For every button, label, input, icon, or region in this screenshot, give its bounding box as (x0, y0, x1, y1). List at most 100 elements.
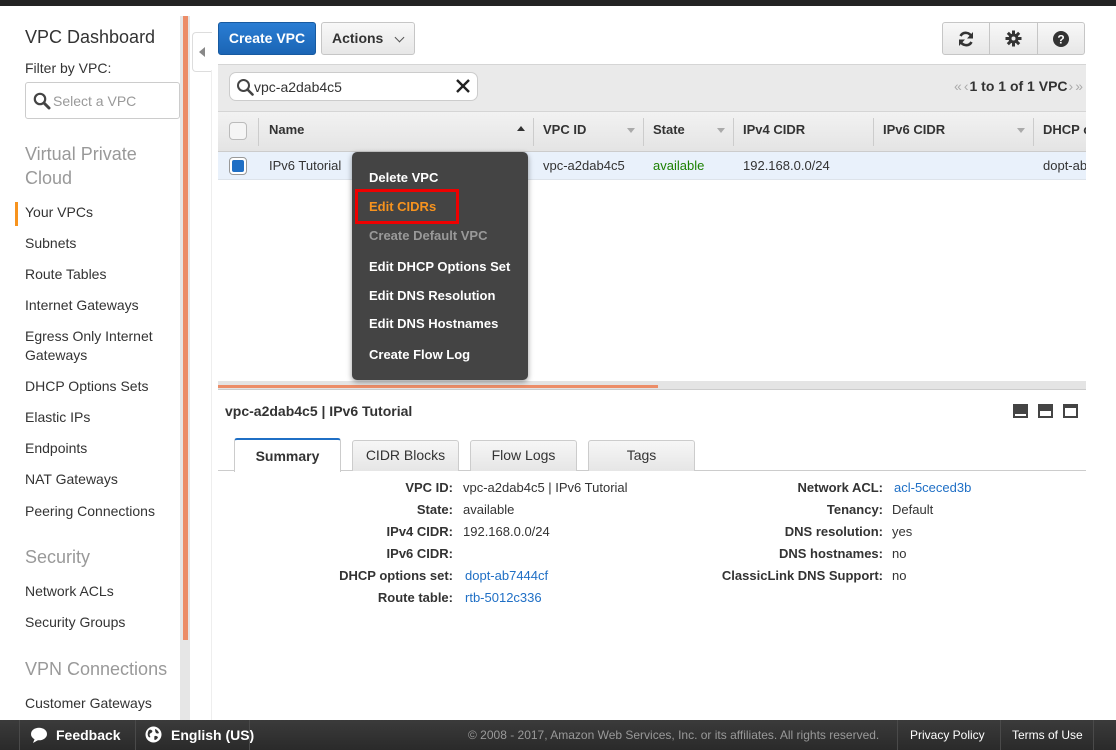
cell-dhcp-options-set: dopt-ab (1043, 158, 1086, 173)
link-dhcp-options-set[interactable]: dopt-ab7444cf (465, 568, 548, 583)
pane-minimize-icon[interactable] (1013, 404, 1028, 418)
sidebar-item-elastic-ips[interactable]: Elastic IPs (25, 408, 90, 427)
actions-dropdown-button[interactable]: Actions (321, 22, 415, 55)
menu-item-edit-dhcp-options-set[interactable]: Edit DHCP Options Set (369, 259, 510, 274)
globe-icon (145, 726, 162, 743)
table-row[interactable]: IPv6 Tutorial vpc-a2dab4c5 available 192… (218, 152, 1086, 180)
tab-cidr-blocks[interactable]: CIDR Blocks (352, 440, 459, 471)
column-header-label: DHCP o (1043, 122, 1086, 137)
menu-item-edit-dns-resolution[interactable]: Edit DNS Resolution (369, 288, 495, 303)
link-network-acl[interactable]: acl-5ceced3b (894, 480, 971, 495)
sidebar-item-security-groups[interactable]: Security Groups (25, 613, 125, 632)
sidebar-item-customer-gateways[interactable]: Customer Gateways (25, 694, 152, 713)
column-header-label: Name (269, 122, 305, 137)
pane-size-controls (1013, 404, 1078, 418)
column-separator (258, 118, 259, 146)
section-heading-line: Cloud (25, 168, 73, 188)
label-ipv6-cidr: IPv6 CIDR: (386, 546, 453, 561)
privacy-policy-link[interactable]: Privacy Policy (910, 720, 985, 750)
tab-tags[interactable]: Tags (588, 440, 695, 471)
column-header-name[interactable]: Name (258, 112, 533, 152)
speech-bubble-icon (31, 727, 47, 743)
footer-separator (897, 720, 898, 750)
column-header-dhcp-options-set[interactable]: DHCP o (1033, 112, 1086, 152)
table-header: Name VPC ID State IPv4 CIDR IPv6 CIDR DH… (218, 111, 1086, 152)
vpc-filter-placeholder: Select a VPC (53, 93, 137, 109)
terms-of-use-link[interactable]: Terms of Use (1012, 720, 1083, 750)
column-separator (1033, 118, 1034, 146)
search-value: vpc-a2dab4c5 (254, 79, 342, 95)
menu-item-edit-dns-hostnames[interactable]: Edit DNS Hostnames (369, 316, 498, 331)
search-icon (237, 79, 254, 96)
footer-separator (135, 720, 136, 750)
refresh-button[interactable] (943, 23, 989, 54)
previous-page-icon[interactable]: ‹ (964, 78, 969, 94)
row-checkbox[interactable] (229, 157, 247, 175)
column-header-vpc-id[interactable]: VPC ID (533, 112, 643, 152)
label-tenancy: Tenancy: (826, 502, 883, 517)
sidebar-item-peering-connections[interactable]: Peering Connections (25, 502, 155, 521)
sort-ascending-icon (517, 126, 525, 131)
filter-by-vpc-label: Filter by VPC: (25, 60, 112, 76)
vpc-filter-select[interactable]: Select a VPC (25, 82, 180, 119)
sidebar-item-label: Gateways (25, 347, 88, 363)
splitter-highlight (218, 385, 658, 388)
copyright-text: © 2008 - 2017, Amazon Web Services, Inc.… (468, 728, 880, 742)
select-all-checkbox[interactable] (229, 122, 247, 140)
help-button[interactable]: ? (1036, 23, 1084, 54)
column-header-ipv6-cidr[interactable]: IPv6 CIDR (873, 112, 1033, 152)
last-page-icon[interactable]: » (1075, 78, 1083, 94)
tab-summary[interactable]: Summary (234, 438, 341, 472)
section-heading-line: Virtual Private (25, 144, 137, 164)
settings-button[interactable] (989, 23, 1036, 54)
tab-flow-logs[interactable]: Flow Logs (470, 440, 577, 471)
column-header-ipv4-cidr[interactable]: IPv4 CIDR (733, 112, 873, 152)
sidebar: VPC Dashboard Filter by VPC: Select a VP… (0, 6, 182, 720)
sidebar-item-endpoints[interactable]: Endpoints (25, 439, 87, 458)
column-separator (733, 118, 734, 146)
value-ipv4-cidr: 192.168.0.0/24 (463, 524, 550, 539)
menu-item-create-flow-log[interactable]: Create Flow Log (369, 347, 470, 362)
clear-search-icon[interactable] (455, 78, 471, 94)
footer: Feedback English (US) © 2008 - 2017, Ama… (0, 720, 1116, 750)
sidebar-item-egress-only-internet-gateways[interactable]: Egress Only Internet Gateways (25, 327, 153, 365)
sidebar-item-nat-gateways[interactable]: NAT Gateways (25, 470, 118, 489)
help-icon: ? (1052, 30, 1069, 47)
collapse-sidebar-button[interactable] (192, 32, 212, 72)
menu-item-delete-vpc[interactable]: Delete VPC (369, 170, 438, 185)
divider (211, 70, 212, 720)
next-page-icon[interactable]: › (1069, 78, 1074, 94)
sidebar-item-network-acls[interactable]: Network ACLs (25, 582, 114, 601)
cell-name: IPv6 Tutorial (269, 158, 342, 173)
sidebar-item-route-tables[interactable]: Route Tables (25, 265, 106, 284)
first-page-icon[interactable]: « (954, 78, 962, 94)
sidebar-item-internet-gateways[interactable]: Internet Gateways (25, 296, 139, 315)
sidebar-item-dhcp-options-sets[interactable]: DHCP Options Sets (25, 377, 148, 396)
pane-half-icon[interactable] (1038, 404, 1053, 418)
details-tabs: Summary CIDR Blocks Flow Logs Tags (218, 438, 1086, 472)
link-route-table[interactable]: rtb-5012c336 (465, 590, 542, 605)
label-ipv4-cidr: IPv4 CIDR: (386, 524, 453, 539)
pane-splitter[interactable] (218, 381, 1086, 390)
sort-icon (717, 128, 725, 133)
column-header-label: IPv6 CIDR (883, 122, 946, 137)
create-vpc-button[interactable]: Create VPC (218, 22, 316, 55)
value-dns-resolution: yes (892, 524, 913, 539)
value-tenancy: Default (892, 502, 934, 517)
value-vpc-id: vpc-a2dab4c5 | IPv6 Tutorial (463, 480, 628, 495)
search-input[interactable]: vpc-a2dab4c5 (229, 72, 478, 101)
sidebar-scrollbar-thumb[interactable] (183, 16, 188, 640)
chevron-down-icon (394, 32, 405, 43)
pagination-text: 1 to 1 of 1 VPC (969, 78, 1068, 94)
details-title: vpc-a2dab4c5 | IPv6 Tutorial (225, 403, 413, 419)
caret-left-icon (199, 47, 205, 57)
sidebar-item-your-vpcs[interactable]: Your VPCs (25, 203, 93, 222)
label-vpc-id: VPC ID: (405, 480, 453, 495)
column-header-state[interactable]: State (643, 112, 733, 152)
sidebar-title[interactable]: VPC Dashboard (25, 27, 155, 48)
pane-maximize-icon[interactable] (1063, 404, 1078, 418)
sidebar-item-subnets[interactable]: Subnets (25, 234, 76, 253)
pagination: « ‹ 1 to 1 of 1 VPC › » (953, 78, 1084, 94)
svg-text:?: ? (1057, 32, 1064, 46)
menu-item-edit-cidrs[interactable]: Edit CIDRs (369, 199, 436, 214)
